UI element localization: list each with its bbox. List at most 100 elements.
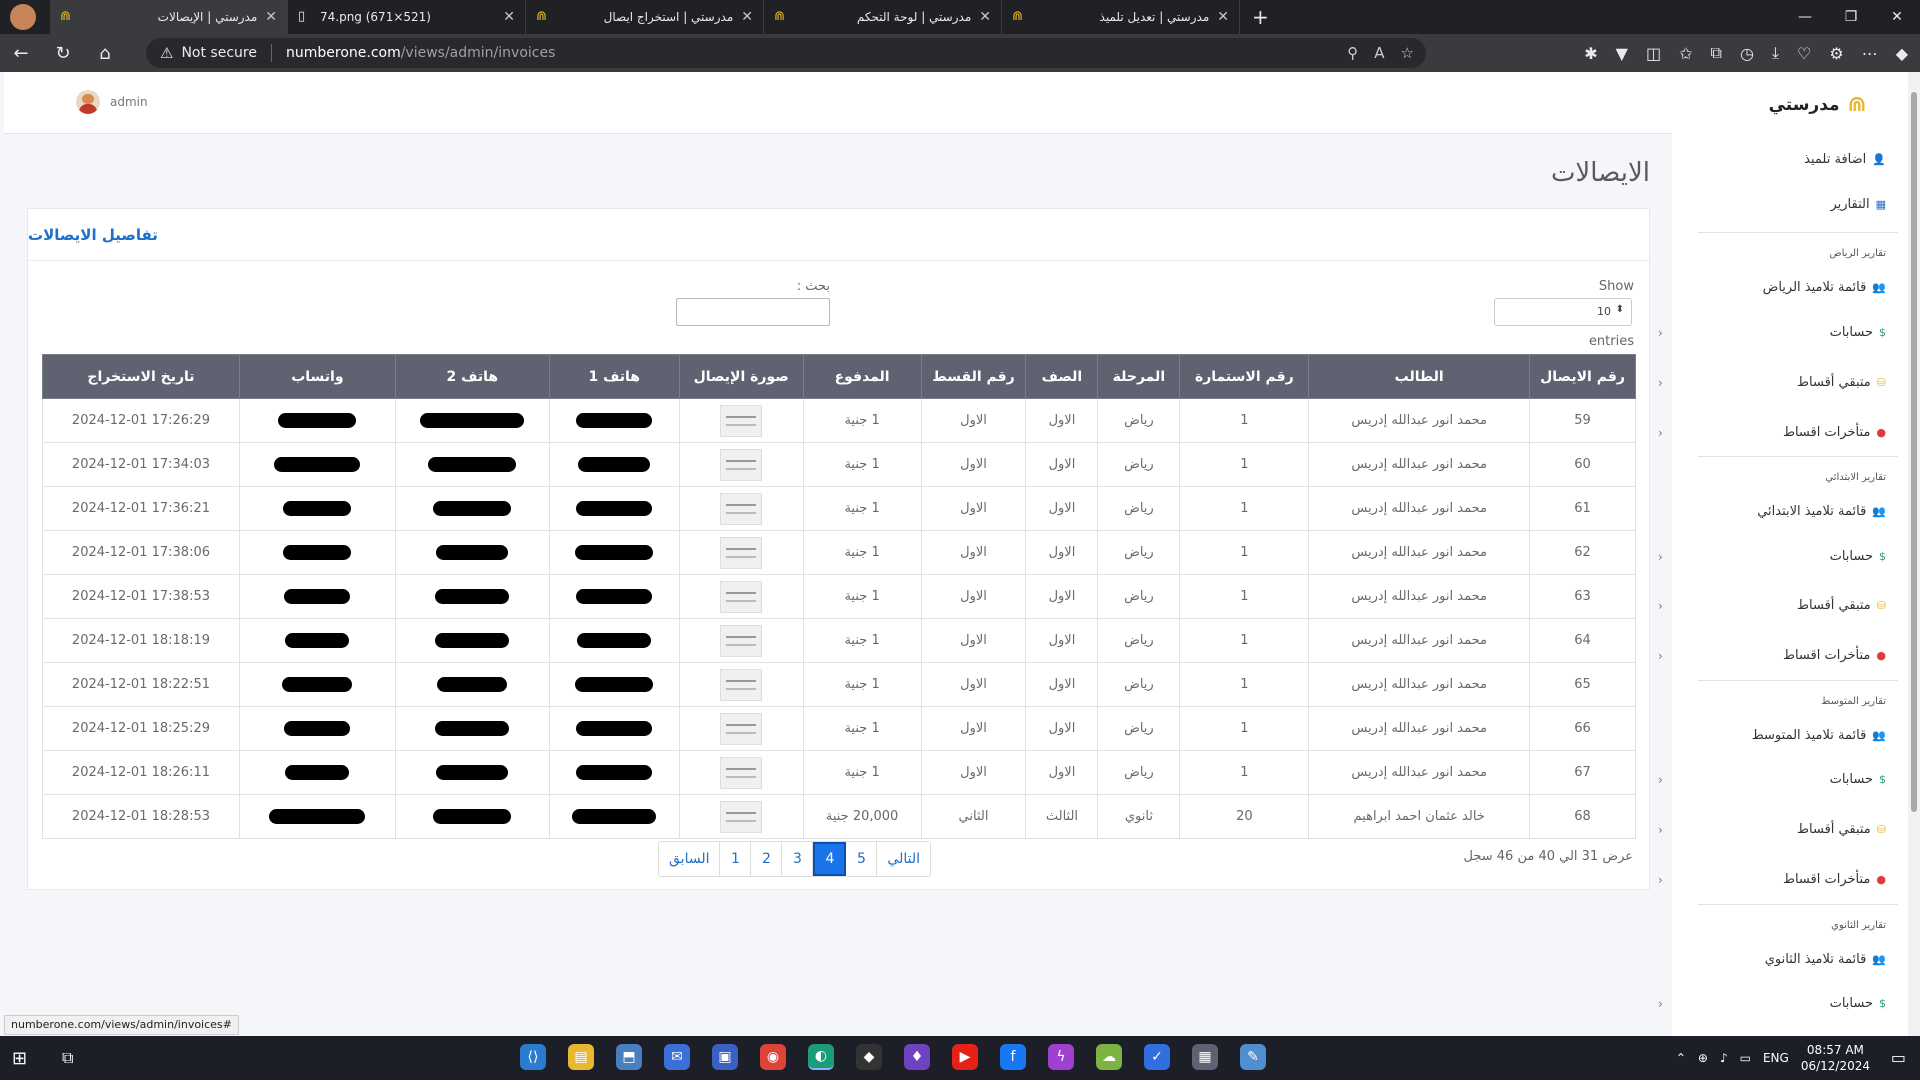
page-button[interactable]: 2 xyxy=(751,842,783,876)
receipt-thumbnail[interactable] xyxy=(720,404,763,437)
page-length-select[interactable]: 10 xyxy=(1494,298,1632,326)
receipt-thumbnail[interactable] xyxy=(720,756,763,789)
home-icon[interactable]: ⌂ xyxy=(84,43,126,64)
receipt-thumbnail[interactable] xyxy=(720,492,763,525)
receipt-thumbnail[interactable] xyxy=(720,580,763,613)
column-header[interactable]: المرحلة xyxy=(1097,354,1181,399)
close-window-icon[interactable]: ✕ xyxy=(1874,0,1920,34)
scrollbar-thumb[interactable] xyxy=(1911,92,1917,812)
split-screen-icon[interactable]: ◫ xyxy=(1646,44,1661,63)
clock[interactable]: 08:57 AM 06/12/2024 xyxy=(1801,1042,1870,1074)
sidebar-item-accounts[interactable]: $ حسابات ‹ xyxy=(1658,549,1886,564)
sidebar-item-student-list[interactable]: 👥 قائمة تلاميذ الثانوي xyxy=(1686,952,1886,967)
close-tab-icon[interactable]: ✕ xyxy=(979,9,991,25)
messenger-icon[interactable]: ϟ xyxy=(1048,1044,1074,1070)
page-button[interactable]: 1 xyxy=(720,842,752,876)
sidebar-item-remaining[interactable]: ⛁ متبقي أقساط ‹ xyxy=(1658,822,1886,837)
prev-page-button[interactable]: السابق xyxy=(659,842,721,876)
chevron-up-icon[interactable]: ⌃ xyxy=(1676,1051,1686,1065)
sidebar-item-student-list[interactable]: 👥 قائمة تلاميذ المتوسط xyxy=(1686,728,1886,743)
battery-icon[interactable]: ▭ xyxy=(1740,1051,1751,1065)
sidebar-item-student-list[interactable]: 👥 قائمة تلاميذ الرياض xyxy=(1686,280,1886,295)
browser-essentials-icon[interactable]: ♡ xyxy=(1797,44,1811,63)
extension-icon[interactable]: ✱ xyxy=(1584,44,1597,63)
column-header[interactable]: المدفوع xyxy=(802,354,922,399)
browser-tab[interactable]: ▯ 74.png (671×521) ✕ xyxy=(288,0,526,34)
page-button[interactable]: 3 xyxy=(782,842,814,876)
sidebar-item-reports[interactable]: ▦ التقارير xyxy=(1686,197,1886,212)
network-icon[interactable]: ⊕ xyxy=(1698,1051,1708,1065)
url-field[interactable]: ⚠ Not secure numberone.com /views/admin/… xyxy=(146,38,1426,68)
search-input[interactable] xyxy=(676,298,830,326)
chrome-icon[interactable]: ◉ xyxy=(760,1044,786,1070)
read-aloud-icon[interactable]: A xyxy=(1374,44,1384,62)
downloads-icon[interactable]: ⤓ xyxy=(1772,43,1779,63)
receipt-thumbnail[interactable] xyxy=(720,536,763,569)
column-header[interactable]: صورة الإيصال xyxy=(678,354,804,399)
language-indicator[interactable]: ENG xyxy=(1763,1051,1789,1065)
installer-icon[interactable]: ⬒ xyxy=(616,1044,642,1070)
close-tab-icon[interactable]: ✕ xyxy=(741,9,753,25)
page-button[interactable]: 5 xyxy=(846,842,878,876)
facebook-icon[interactable]: f xyxy=(1000,1044,1026,1070)
column-header[interactable]: واتساب xyxy=(238,354,396,399)
cloud-app-icon[interactable]: ☁ xyxy=(1096,1044,1122,1070)
sidebar-item-overdue[interactable]: ● متأخرات اقساط ‹ xyxy=(1658,425,1886,440)
sidebar-item-student-list[interactable]: 👥 قائمة تلاميذ الابتدائي xyxy=(1686,504,1886,519)
column-header[interactable]: الصف xyxy=(1025,354,1099,399)
new-tab-icon[interactable]: + xyxy=(1252,5,1269,29)
favorites-icon[interactable]: ✩ xyxy=(1679,44,1692,63)
receipt-thumbnail[interactable] xyxy=(720,800,763,833)
more-menu-icon[interactable]: ⋯ xyxy=(1862,44,1878,63)
calculator-icon[interactable]: ▦ xyxy=(1192,1044,1218,1070)
close-tab-icon[interactable]: ✕ xyxy=(503,9,515,25)
column-header[interactable]: رقم الاستمارة xyxy=(1179,354,1310,399)
column-header[interactable]: هاتف 2 xyxy=(394,354,550,399)
extensions-icon[interactable]: ⚙ xyxy=(1829,44,1843,63)
browser-tab[interactable]: ⋒ مدرستي | تعديل تلميذ ✕ xyxy=(1002,0,1240,34)
restore-icon[interactable]: ❐ xyxy=(1828,0,1874,34)
vscode-icon[interactable]: ⟨⟩ xyxy=(520,1044,546,1070)
favorite-star-icon[interactable]: ☆ xyxy=(1401,44,1414,62)
brand[interactable]: ⋒ مدرستي xyxy=(1769,92,1866,117)
page-button-current[interactable]: 4 xyxy=(813,842,847,876)
close-tab-icon[interactable]: ✕ xyxy=(1217,9,1229,25)
next-page-button[interactable]: التالي xyxy=(877,842,930,876)
minimize-icon[interactable]: — xyxy=(1782,0,1828,34)
sidebar-item-add-student[interactable]: 👤 اضافة تلميذ xyxy=(1686,152,1886,167)
notifications-icon[interactable]: ▭ xyxy=(1891,1048,1906,1067)
sidebar-scrollbar[interactable] xyxy=(1908,72,1920,1036)
mail-icon[interactable]: ✉ xyxy=(664,1044,690,1070)
git-icon[interactable]: ◆ xyxy=(856,1044,882,1070)
sidebar-item-accounts[interactable]: $ حسابات ‹ xyxy=(1658,325,1886,340)
close-tab-icon[interactable]: ✕ xyxy=(265,9,277,25)
reload-icon[interactable]: ↻ xyxy=(42,43,84,64)
column-header[interactable]: رقم القسط xyxy=(920,354,1027,399)
sidebar-item-overdue[interactable]: ● متأخرات اقساط ‹ xyxy=(1658,872,1886,887)
edge-icon[interactable]: ◐ xyxy=(808,1044,834,1070)
browser-tab[interactable]: ⋒ مدرستي | الإيصالات ✕ xyxy=(50,0,288,34)
column-header[interactable]: هاتف 1 xyxy=(548,354,680,399)
sidebar-item-remaining[interactable]: ⛁ متبقي أقساط ‹ xyxy=(1658,598,1886,613)
zoom-icon[interactable]: ⚲ xyxy=(1347,44,1358,62)
task-view-icon[interactable]: ⧉ xyxy=(62,1048,73,1068)
receipt-thumbnail[interactable] xyxy=(720,668,763,701)
store-icon[interactable]: ▣ xyxy=(712,1044,738,1070)
windows-start-icon[interactable]: ⊞ xyxy=(12,1048,27,1069)
browser-tab[interactable]: ⋒ مدرستي | لوحة التحكم ✕ xyxy=(764,0,1002,34)
vpn-extension-icon[interactable]: ▼ xyxy=(1616,44,1628,63)
sidebar-item-accounts[interactable]: $ حسابات ‹ xyxy=(1658,996,1886,1011)
volume-icon[interactable]: ♪ xyxy=(1720,1051,1728,1065)
receipt-thumbnail[interactable] xyxy=(720,448,763,481)
receipt-thumbnail[interactable] xyxy=(720,712,763,745)
receipt-thumbnail[interactable] xyxy=(720,624,763,657)
browser-tab[interactable]: ⋒ مدرستي | استخراج ايصال ✕ xyxy=(526,0,764,34)
copilot-icon[interactable]: ◆ xyxy=(1896,44,1908,63)
youtube-icon[interactable]: ▶ xyxy=(952,1044,978,1070)
column-header[interactable]: رقم الايصال xyxy=(1529,354,1636,399)
collections-icon[interactable]: ⧉ xyxy=(1711,43,1722,63)
column-header[interactable]: تاريخ الاستخراج xyxy=(42,354,240,399)
sidebar-item-accounts[interactable]: $ حسابات ‹ xyxy=(1658,772,1886,787)
column-header[interactable]: الطالب xyxy=(1308,354,1531,399)
todo-icon[interactable]: ✓ xyxy=(1144,1044,1170,1070)
